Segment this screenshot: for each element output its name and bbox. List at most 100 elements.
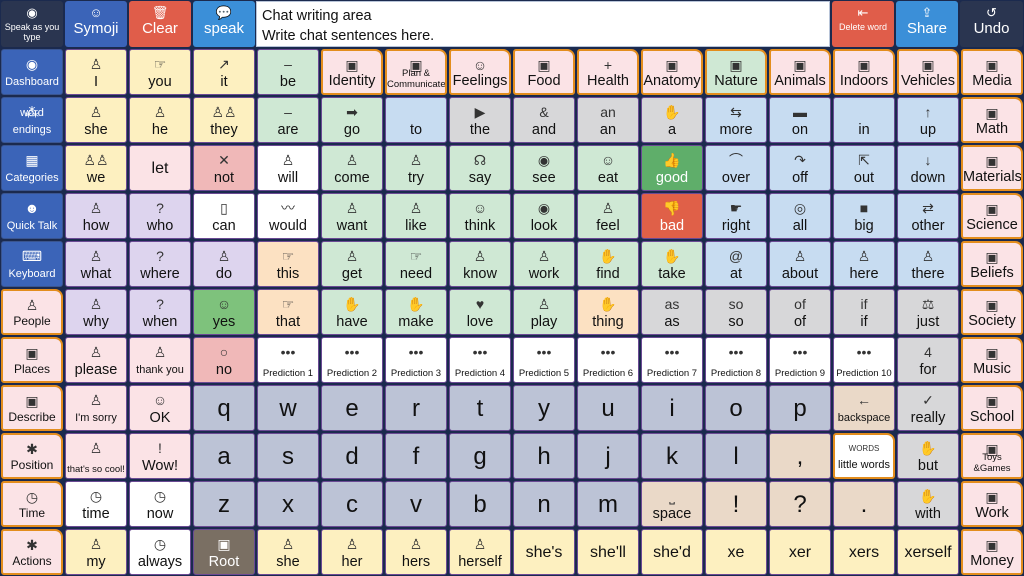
cell-z[interactable]: z — [193, 481, 255, 527]
cell-school[interactable]: ▣ School — [961, 385, 1023, 431]
cell-it[interactable]: ↗ it — [193, 49, 255, 95]
cell-punct[interactable]: , — [769, 433, 831, 479]
cell-anatomy[interactable]: ▣ Anatomy — [641, 49, 703, 95]
cell-feel[interactable]: ♙ feel — [577, 193, 639, 239]
cell-the[interactable]: ▶ the — [449, 97, 511, 143]
cell-try[interactable]: ♙ try — [385, 145, 447, 191]
cell-science[interactable]: ▣ Science — [961, 193, 1023, 239]
cell-let[interactable]: let — [129, 145, 191, 191]
cell-in[interactable]: in — [833, 97, 895, 143]
cell-really[interactable]: ✓ really — [897, 385, 959, 431]
cell-so[interactable]: so so — [705, 289, 767, 335]
cell-big[interactable]: ■ big — [833, 193, 895, 239]
cell-space[interactable]: ⎵ space — [641, 481, 703, 527]
cell-her[interactable]: ♙ her — [321, 529, 383, 575]
cell-punct[interactable]: ! — [705, 481, 767, 527]
cell-music[interactable]: ▣ Music — [961, 337, 1023, 383]
cell-categories[interactable]: ▦ Categories — [1, 145, 63, 191]
cell-i[interactable]: ♙ I — [65, 49, 127, 95]
symoji-button[interactable]: ☺ Symoji — [65, 1, 127, 47]
cell-media[interactable]: ▣ Media — [961, 49, 1023, 95]
cell-k[interactable]: k — [641, 433, 703, 479]
cell-backspace[interactable]: ← backspace — [833, 385, 895, 431]
cell-work[interactable]: ▣ Work — [961, 481, 1023, 527]
cell-and[interactable]: & and — [513, 97, 575, 143]
speak-as-you-type-button[interactable]: ◉ Speak as you type — [1, 1, 63, 47]
cell-prediction-5[interactable]: ••• Prediction 5 — [513, 337, 575, 383]
cell-thank-you[interactable]: ♙ thank you — [129, 337, 191, 383]
cell-here[interactable]: ♙ here — [833, 241, 895, 287]
cell-root[interactable]: ▣ Root — [193, 529, 255, 575]
cell-places[interactable]: ▣ Places — [1, 337, 63, 383]
cell-say[interactable]: ☊ say — [449, 145, 511, 191]
cell-prediction-7[interactable]: ••• Prediction 7 — [641, 337, 703, 383]
cell-who[interactable]: ? who — [129, 193, 191, 239]
chat-writing-area[interactable]: Chat writing area Write chat sentences h… — [256, 1, 830, 47]
cell-prediction-2[interactable]: ••• Prediction 2 — [321, 337, 383, 383]
cell-over[interactable]: ⌒ over — [705, 145, 767, 191]
cell-love[interactable]: ♥ love — [449, 289, 511, 335]
cell-bad[interactable]: 👎 bad — [641, 193, 703, 239]
cell-quick-talk[interactable]: ☻ Quick Talk — [1, 193, 63, 239]
cell-would[interactable]: 〰 would — [257, 193, 319, 239]
cell-o[interactable]: o — [705, 385, 767, 431]
cell-word-endings[interactable]: ⁂ word endings — [1, 97, 63, 143]
cell-what[interactable]: ♙ what — [65, 241, 127, 287]
cell-time[interactable]: ◷ time — [65, 481, 127, 527]
cell-off[interactable]: ↷ off — [769, 145, 831, 191]
cell-x[interactable]: x — [257, 481, 319, 527]
cell-materials[interactable]: ▣ Materials — [961, 145, 1023, 191]
cell-i[interactable]: i — [641, 385, 703, 431]
cell-like[interactable]: ♙ like — [385, 193, 447, 239]
share-button[interactable]: ⇪ Share — [896, 1, 958, 47]
cell-that[interactable]: ☞ that — [257, 289, 319, 335]
cell-more[interactable]: ⇆ more — [705, 97, 767, 143]
cell-want[interactable]: ♙ want — [321, 193, 383, 239]
cell-to[interactable]: to — [385, 97, 447, 143]
cell-xers[interactable]: xers — [833, 529, 895, 575]
cell-that-s-so-cool[interactable]: ♙ that's so cool! — [65, 433, 127, 479]
cell-q[interactable]: q — [193, 385, 255, 431]
cell-y[interactable]: y — [513, 385, 575, 431]
cell-be[interactable]: – be — [257, 49, 319, 95]
cell-good[interactable]: 👍 good — [641, 145, 703, 191]
cell-animals[interactable]: ▣ Animals — [769, 49, 831, 95]
cell-eat[interactable]: ☺ eat — [577, 145, 639, 191]
cell-nature[interactable]: ▣ Nature — [705, 49, 767, 95]
cell-know[interactable]: ♙ know — [449, 241, 511, 287]
cell-we[interactable]: ♙♙ we — [65, 145, 127, 191]
cell-look[interactable]: ◉ look — [513, 193, 575, 239]
speak-button[interactable]: 💬 speak — [193, 1, 255, 47]
cell-when[interactable]: ? when — [129, 289, 191, 335]
cell-m[interactable]: m — [577, 481, 639, 527]
cell-right[interactable]: ☛ right — [705, 193, 767, 239]
cell-now[interactable]: ◷ now — [129, 481, 191, 527]
cell-punct[interactable]: ? — [769, 481, 831, 527]
cell-feelings[interactable]: ☺ Feelings — [449, 49, 511, 95]
cell-prediction-4[interactable]: ••• Prediction 4 — [449, 337, 511, 383]
cell-vehicles[interactable]: ▣ Vehicles — [897, 49, 959, 95]
cell-plan-communicate[interactable]: ▣ Plan & Communicate — [385, 49, 447, 95]
cell-s[interactable]: s — [257, 433, 319, 479]
cell-not[interactable]: ✕ not — [193, 145, 255, 191]
cell-toys-games[interactable]: ▣ Toys &Games — [961, 433, 1023, 479]
cell-where[interactable]: ? where — [129, 241, 191, 287]
cell-a[interactable]: ✋ a — [641, 97, 703, 143]
cell-j[interactable]: j — [577, 433, 639, 479]
cell-people[interactable]: ♙ People — [1, 289, 63, 335]
cell-they[interactable]: ♙♙ they — [193, 97, 255, 143]
cell-she[interactable]: ♙ she — [257, 529, 319, 575]
cell-little-words[interactable]: WORDS little words — [833, 433, 895, 479]
cell-b[interactable]: b — [449, 481, 511, 527]
cell-about[interactable]: ♙ about — [769, 241, 831, 287]
cell-find[interactable]: ✋ find — [577, 241, 639, 287]
cell-prediction-10[interactable]: ••• Prediction 10 — [833, 337, 895, 383]
cell-herself[interactable]: ♙ herself — [449, 529, 511, 575]
cell-c[interactable]: c — [321, 481, 383, 527]
cell-time[interactable]: ◷ Time — [1, 481, 63, 527]
cell-identity[interactable]: ▣ Identity — [321, 49, 383, 95]
cell-as[interactable]: as as — [641, 289, 703, 335]
cell-please[interactable]: ♙ please — [65, 337, 127, 383]
cell-she-s[interactable]: she's — [513, 529, 575, 575]
cell-this[interactable]: ☞ this — [257, 241, 319, 287]
